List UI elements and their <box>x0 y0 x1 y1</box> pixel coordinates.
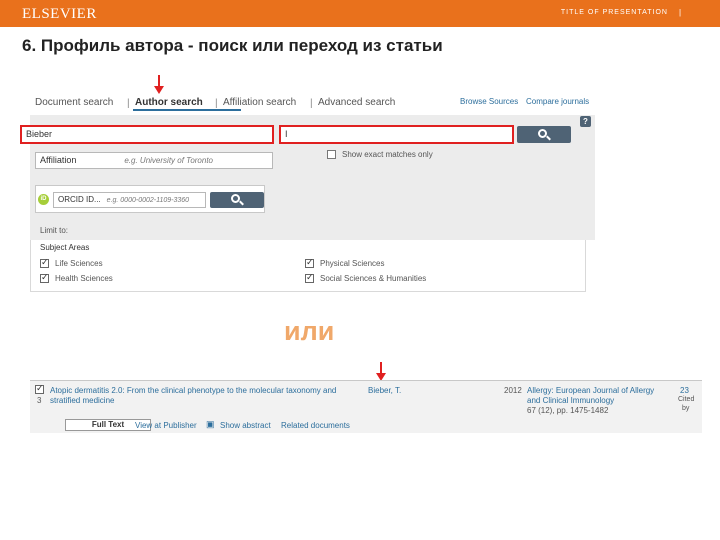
limit-to-label: Limit to: <box>40 226 69 235</box>
exact-matches-checkbox[interactable] <box>327 150 336 159</box>
result-source-link-line2[interactable]: and Clinical Immunology <box>527 396 614 405</box>
orcid-label: ORCID ID... <box>58 195 101 204</box>
last-name-input[interactable]: Bieber <box>20 125 274 144</box>
orcid-box: iD ORCID ID... e.g. 0000-0002-1109-3360 <box>35 185 265 213</box>
result-cited-label: Cited <box>678 396 695 403</box>
or-label: или <box>284 316 335 346</box>
orcid-search-button[interactable] <box>210 192 264 208</box>
tab-separator: | <box>127 98 130 109</box>
result-year: 2012 <box>504 386 522 395</box>
author-search-panel: Document search | Author search | Affili… <box>20 95 595 240</box>
exact-matches-label: Show exact matches only <box>342 150 433 159</box>
result-index: 3 <box>37 396 42 405</box>
tab-advanced-search[interactable]: Advanced search <box>318 97 395 108</box>
slide-title: 6. Профиль автора - поиск или переход из… <box>22 36 443 55</box>
result-source-volume: 67 (12), pp. 1475-1482 <box>527 406 609 415</box>
orcid-icon: iD <box>38 194 49 205</box>
social-sciences-label: Social Sciences & Humanities <box>320 274 427 283</box>
tab-document-search[interactable]: Document search <box>35 97 113 108</box>
abstract-icon: ▣ <box>206 419 215 429</box>
orcid-hint: e.g. 0000-0002-1109-3360 <box>106 197 190 204</box>
health-sciences-checkbox[interactable] <box>40 272 49 283</box>
affiliation-input[interactable]: Affiliation e.g. University of Toronto <box>35 152 273 169</box>
magnifier-icon <box>231 194 240 203</box>
result-source-link[interactable]: Allergy: European Journal of Allergy <box>527 386 654 395</box>
result-title-link-line2[interactable]: stratified medicine <box>50 396 114 405</box>
result-divider <box>30 380 702 381</box>
active-tab-underline <box>133 109 241 111</box>
subject-areas-panel: Subject Areas Life Sciences Health Scien… <box>30 240 586 292</box>
life-sciences-checkbox[interactable] <box>40 257 49 268</box>
compare-journals-link[interactable]: Compare journals <box>526 97 589 106</box>
elsevier-logo: ELSEVIER <box>22 6 97 22</box>
help-icon[interactable]: ? <box>580 116 591 127</box>
result-title-link[interactable]: Atopic dermatitis 2.0: From the clinical… <box>50 386 336 395</box>
search-tabs: Document search | Author search | Affili… <box>30 95 595 115</box>
arrow-to-author-tab-head <box>154 86 164 94</box>
header-separator: | <box>679 8 682 17</box>
search-result-row: 3 Atopic dermatitis 2.0: From the clinic… <box>30 380 702 433</box>
tab-separator: | <box>310 98 313 109</box>
tab-affiliation-search[interactable]: Affiliation search <box>223 97 296 108</box>
tab-author-search[interactable]: Author search <box>135 97 203 108</box>
life-sciences-label: Life Sciences <box>55 259 103 268</box>
tab-separator: | <box>215 98 218 109</box>
result-author-link[interactable]: Bieber, T. <box>368 386 401 395</box>
result-checkbox[interactable] <box>35 383 44 394</box>
author-search-button[interactable] <box>517 126 571 143</box>
social-sciences-checkbox[interactable] <box>305 272 314 283</box>
related-documents-link[interactable]: Related documents <box>281 421 350 430</box>
result-cited-by-label: by <box>682 405 690 412</box>
result-cited-count[interactable]: 23 <box>680 386 689 395</box>
orcid-input[interactable]: ORCID ID... e.g. 0000-0002-1109-3360 <box>53 192 206 208</box>
health-sciences-label: Health Sciences <box>55 274 113 283</box>
affiliation-label: Affiliation <box>40 155 77 165</box>
magnifier-icon <box>538 128 547 138</box>
first-name-input[interactable]: I <box>279 125 514 144</box>
browse-sources-link[interactable]: Browse Sources <box>460 97 518 106</box>
header-bar: ELSEVIER TITLE OF PRESENTATION | <box>0 0 720 27</box>
physical-sciences-checkbox[interactable] <box>305 257 314 268</box>
show-abstract-link[interactable]: Show abstract <box>220 421 271 430</box>
view-at-publisher-link[interactable]: View at Publisher <box>135 421 197 430</box>
subject-areas-label: Subject Areas <box>40 243 90 252</box>
presentation-title: TITLE OF PRESENTATION <box>560 9 668 16</box>
physical-sciences-label: Physical Sciences <box>320 259 385 268</box>
affiliation-hint: e.g. University of Toronto <box>124 156 213 165</box>
